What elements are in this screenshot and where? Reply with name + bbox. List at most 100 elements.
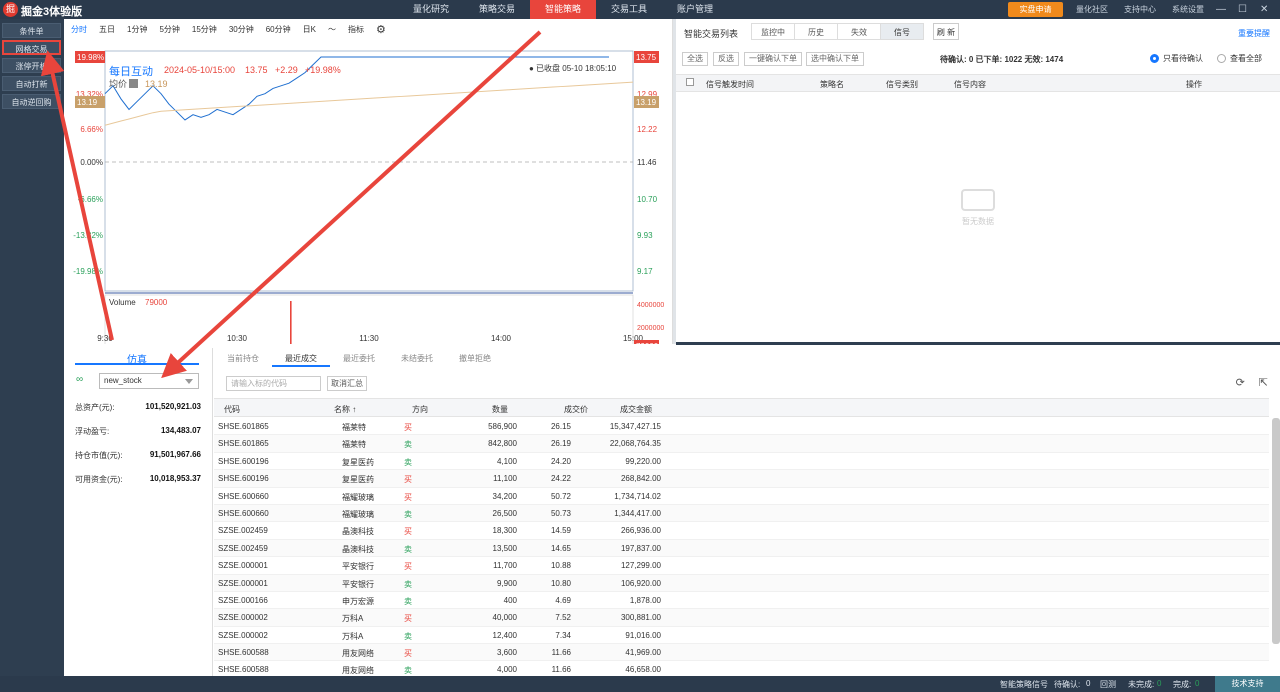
cell-quantity: 13,500 <box>492 543 517 553</box>
link-icon[interactable]: ∞ <box>76 374 83 385</box>
table-row[interactable]: SHSE.600660 福耀玻璃 卖 26,500 50.73 1,344,417.00 <box>214 504 1269 523</box>
selected-confirm-button[interactable]: 选中确认下单 <box>806 52 864 66</box>
cell-price: 26.15 <box>550 422 571 431</box>
status-smart-signal: 智能策略信号 <box>1000 680 1048 689</box>
nav-strategy-trading[interactable]: 策略交易 <box>464 0 530 19</box>
status-backtest[interactable]: 回测 <box>1100 679 1116 690</box>
link-community[interactable]: 量化社区 <box>1076 0 1108 19</box>
col-direction[interactable]: 方向 <box>412 404 428 415</box>
close-icon[interactable]: ✕ <box>1260 0 1268 19</box>
table-row[interactable]: SZSE.002459 晶澳科技 买 18,300 14.59 266,936.00 <box>214 522 1269 540</box>
period-15min[interactable]: 15分钟 <box>186 24 223 35</box>
tech-support-button[interactable]: 技术支持 <box>1215 676 1280 692</box>
real-trading-apply-button[interactable]: 实盘申请 <box>1008 2 1063 17</box>
tab-signal[interactable]: 信号 <box>880 23 924 40</box>
nav-trading-tools[interactable]: 交易工具 <box>596 0 662 19</box>
invert-select-button[interactable]: 反选 <box>713 52 739 66</box>
intraday-chart[interactable]: 13.32%6.66%0.00%-6.66%-13.32%-19.98%12.9… <box>65 39 673 344</box>
col-name[interactable]: 名称 ↑ <box>334 404 356 415</box>
export-icon[interactable]: ⇱ <box>1259 376 1268 389</box>
col-price[interactable]: 成交价 <box>564 404 588 415</box>
tab-recent-trades[interactable]: 最近成交 <box>272 351 330 367</box>
col-strategy-name[interactable]: 策略名 <box>820 79 844 90</box>
header-checkbox[interactable] <box>686 78 694 86</box>
available-cash-value: 10,018,953.37 <box>149 474 201 483</box>
nav-smart-strategy[interactable]: 智能策略 <box>530 0 596 19</box>
sidebar-item-auto-reverse-repo[interactable]: 自动逆回购 <box>2 94 61 109</box>
table-row[interactable]: SHSE.600660 福耀玻璃 买 34,200 50.72 1,734,714.02 <box>214 488 1269 505</box>
tab-current-positions[interactable]: 当前持仓 <box>214 351 272 367</box>
account-select-value: new_stock <box>104 376 142 385</box>
link-settings[interactable]: 系统设置 <box>1172 0 1204 19</box>
table-row[interactable]: SHSE.601865 福莱特 买 586,900 26.15 15,347,427.15 <box>214 418 1269 436</box>
period-daily[interactable]: 日K <box>297 24 322 35</box>
horizontal-splitter[interactable] <box>676 342 1280 345</box>
cell-quantity: 400 <box>503 595 517 605</box>
period-5min[interactable]: 5分钟 <box>153 24 185 35</box>
table-row[interactable]: SZSE.000002 万科A 买 40,000 7.52 300,881.00 <box>214 609 1269 627</box>
table-row[interactable]: SZSE.000166 申万宏源 卖 400 4.69 1,878.00 <box>214 592 1269 610</box>
settings-gear-icon[interactable]: ⚙ <box>370 23 392 36</box>
symbol-search-input[interactable]: 请输入标的代码 <box>226 376 321 391</box>
cell-amount: 197,837.00 <box>620 543 661 553</box>
radio-checked-icon[interactable] <box>1150 54 1159 63</box>
table-row[interactable]: SHSE.600588 用友网络 买 3,600 11.66 41,969.00 <box>214 644 1269 662</box>
period-30min[interactable]: 30分钟 <box>223 24 260 35</box>
tab-open-orders[interactable]: 未结委托 <box>388 351 446 367</box>
select-all-button[interactable]: 全选 <box>682 52 708 66</box>
maximize-icon[interactable]: ☐ <box>1238 0 1247 19</box>
tab-history[interactable]: 历史 <box>794 23 838 40</box>
cancel-summary-button[interactable]: 取消汇总 <box>327 376 367 391</box>
col-code[interactable]: 代码 <box>224 404 240 415</box>
important-notice-link[interactable]: 重要提醒 <box>1238 28 1270 39</box>
minimize-icon[interactable]: — <box>1216 0 1226 19</box>
indicator-button[interactable]: 指标 <box>342 24 370 35</box>
top-nav: 量化研究 策略交易 智能策略 交易工具 账户管理 <box>398 0 728 19</box>
reload-icon[interactable]: ⟳ <box>1236 376 1245 389</box>
tab-cancel-rejected[interactable]: 撤单拒绝 <box>446 351 504 367</box>
period-60min[interactable]: 60分钟 <box>260 24 297 35</box>
trades-scrollbar[interactable] <box>1272 418 1280 644</box>
status-done-label: 完成: <box>1173 680 1192 689</box>
col-signal-time[interactable]: 信号触发时间 <box>706 79 754 90</box>
tab-recent-orders[interactable]: 最近委托 <box>330 351 388 367</box>
account-select[interactable]: new_stock <box>99 373 199 389</box>
sidebar-item-limit-up-open[interactable]: 涨停开板 <box>2 58 61 73</box>
radio-view-all[interactable]: 查看全部 <box>1217 53 1262 64</box>
table-row[interactable]: SZSE.000001 平安银行 卖 9,900 10.80 106,920.00 <box>214 574 1269 592</box>
period-intraday[interactable]: 分时 <box>65 24 93 35</box>
sidebar-item-grid-trading[interactable]: 网格交易 <box>2 40 61 55</box>
table-row[interactable]: SZSE.000001 平安银行 买 11,700 10.88 127,299.00 <box>214 557 1269 575</box>
link-support-center[interactable]: 支持中心 <box>1124 0 1156 19</box>
line-style-icon[interactable]: 〜 <box>322 24 342 35</box>
sidebar-item-conditional-order[interactable]: 条件单 <box>2 23 61 38</box>
floating-pnl-label: 浮动盈亏: <box>75 427 110 436</box>
one-click-confirm-button[interactable]: 一键确认下单 <box>744 52 802 66</box>
nav-account-management[interactable]: 账户管理 <box>662 0 728 19</box>
tab-simulation[interactable]: 仿真 <box>75 351 199 366</box>
nav-quant-research[interactable]: 量化研究 <box>398 0 464 19</box>
table-row[interactable]: SZSE.000002 万科A 卖 12,400 7.34 91,016.00 <box>214 627 1269 645</box>
table-row[interactable]: SHSE.601865 福莱特 卖 842,800 26.19 22,068,764.35 <box>214 435 1269 453</box>
tab-invalid[interactable]: 失效 <box>837 23 881 40</box>
sidebar-item-auto-ipo[interactable]: 自动打新 <box>2 76 61 91</box>
period-five-day[interactable]: 五日 <box>93 24 121 35</box>
table-row[interactable]: SHSE.600196 复星医药 卖 4,100 24.20 99,220.00 <box>214 453 1269 471</box>
col-amount[interactable]: 成交金额 <box>620 404 652 415</box>
radio-pending-only[interactable]: 只看待确认 <box>1150 53 1203 64</box>
table-row[interactable]: SHSE.600196 复星医药 买 11,100 24.22 268,842.00 <box>214 470 1269 488</box>
cell-name: 晶澳科技 <box>342 544 374 554</box>
col-signal-type[interactable]: 信号类别 <box>886 79 918 90</box>
table-row[interactable]: SZSE.002459 晶澳科技 卖 13,500 14.65 197,837.00 <box>214 539 1269 558</box>
left-axis-tick: -6.66% <box>78 195 103 204</box>
refresh-button[interactable]: 刷 新 <box>933 23 959 40</box>
cell-name: 万科A <box>342 614 364 624</box>
chevron-down-icon[interactable] <box>185 379 193 384</box>
radio-unchecked-icon[interactable] <box>1217 54 1226 63</box>
avg-close-icon[interactable] <box>129 79 138 88</box>
cell-price: 14.65 <box>550 543 571 553</box>
col-quantity[interactable]: 数量 <box>492 404 508 415</box>
tab-monitoring[interactable]: 监控中 <box>751 23 795 40</box>
cell-code: SZSE.002459 <box>218 526 268 536</box>
period-1min[interactable]: 1分钟 <box>121 24 153 35</box>
